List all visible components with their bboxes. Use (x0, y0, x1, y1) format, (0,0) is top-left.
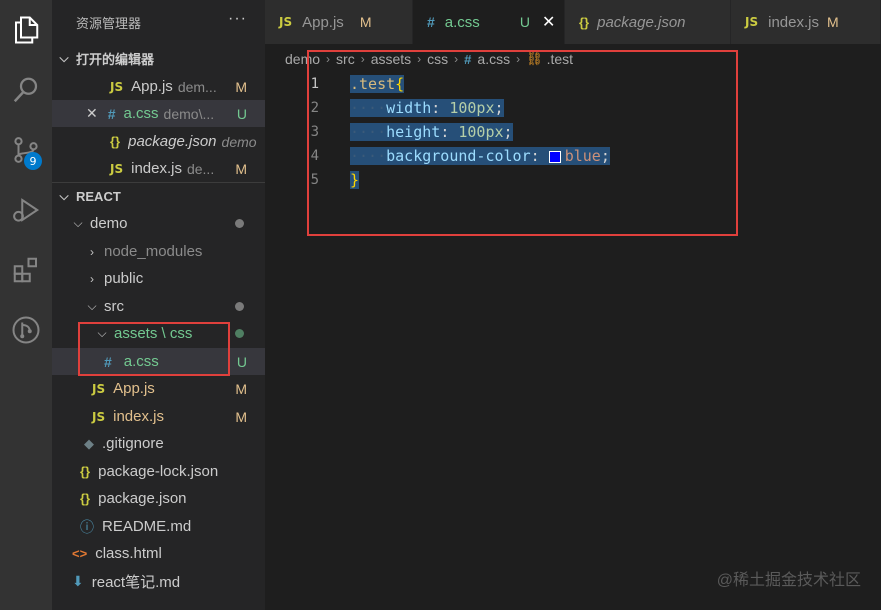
git-status-badge: M (235, 408, 247, 425)
tree-file-readme[interactable]: ⓘ README.md (52, 513, 265, 540)
git-graph-icon[interactable] (6, 310, 46, 350)
chevron-right-icon: › (90, 244, 94, 259)
highlight-box-sidebar (78, 322, 230, 376)
tree-item-label: README.md (102, 518, 192, 535)
git-status-badge: U (236, 353, 247, 370)
open-editor-item-active[interactable]: ✕ # a.css demo\... U (52, 100, 265, 127)
tree-item-label: index.js (113, 408, 164, 425)
open-editor-name: package.json (128, 133, 217, 150)
tab-package-json[interactable]: {} package.json (565, 0, 731, 44)
tree-item-label: class.html (95, 545, 162, 562)
untracked-dot (235, 329, 244, 338)
tab-label: package.json (597, 13, 686, 31)
explorer-sidebar: 资源管理器 ··· ⌵ 打开的编辑器 JS App.js dem... M ✕ … (52, 0, 265, 610)
tree-file-app-js[interactable]: JS App.js M (52, 375, 265, 402)
project-header: REACT (76, 189, 121, 204)
info-icon: ⓘ (80, 518, 94, 535)
js-file-icon: JS (110, 161, 124, 176)
chevron-down-icon: ⌵ (59, 189, 69, 203)
activity-bar: 9 (0, 0, 52, 610)
explorer-icon[interactable] (6, 10, 46, 50)
tree-file-class-html[interactable]: <> class.html (52, 540, 265, 567)
tree-item-label: package-lock.json (98, 463, 219, 480)
tree-item-label: public (104, 270, 144, 287)
tab-label: App.js (302, 13, 344, 31)
tree-item-label: demo (90, 215, 128, 232)
close-icon[interactable]: ✕ (542, 12, 555, 32)
open-editor-path: demo\... (163, 105, 215, 122)
chevron-down-icon: ⌵ (73, 216, 83, 230)
open-editor-path: dem... (177, 78, 217, 95)
tree-file-package-json[interactable]: {} package.json (52, 485, 265, 512)
open-editors-header: 打开的编辑器 (76, 52, 155, 67)
tree-file-index-js[interactable]: JS index.js M (52, 403, 265, 430)
tree-file-gitignore[interactable]: ◆ .gitignore (52, 430, 265, 457)
git-status-badge: U (236, 105, 247, 122)
css-file-icon: # (107, 105, 116, 122)
watermark: @稀土掘金技术社区 (716, 572, 861, 589)
tree-item-label: .gitignore (102, 435, 164, 452)
tree-folder-public[interactable]: › public (52, 265, 265, 292)
modified-dot (235, 219, 244, 228)
js-file-icon: JS (279, 15, 293, 29)
explorer-title: 资源管理器 (76, 15, 142, 31)
open-editor-name: index.js (131, 160, 182, 177)
tree-item-label: node_modules (104, 243, 203, 260)
git-status-badge: M (359, 14, 372, 30)
run-debug-icon[interactable] (6, 190, 46, 230)
tree-item-label: package.json (98, 490, 187, 507)
tree-file-react-notes[interactable]: ⬇ react笔记.md (52, 568, 265, 595)
open-editor-item[interactable]: JS index.js de... M (52, 155, 265, 182)
json-file-icon: {} (80, 491, 91, 506)
json-file-icon: {} (110, 134, 121, 149)
source-control-badge: 9 (24, 152, 42, 170)
css-file-icon: # (427, 14, 435, 30)
tree-item-label: src (104, 298, 124, 315)
git-status-badge: M (235, 160, 247, 177)
tab-index-js[interactable]: JS index.js M (731, 0, 881, 44)
open-editor-item[interactable]: {} package.json demo (52, 128, 265, 155)
tab-app-js[interactable]: JS App.js M (265, 0, 413, 44)
more-actions-icon[interactable]: ··· (228, 10, 247, 28)
js-file-icon: JS (110, 79, 124, 94)
project-section[interactable]: ⌵ REACT (52, 183, 265, 210)
tab-label: index.js (768, 13, 819, 31)
chevron-right-icon: › (90, 271, 94, 286)
markdown-file-icon: ⬇ (72, 573, 84, 589)
explorer-header: 资源管理器 ··· (52, 0, 265, 44)
json-file-icon: {} (579, 14, 590, 30)
search-icon[interactable] (6, 70, 46, 110)
close-icon[interactable]: ✕ (86, 105, 98, 122)
git-status-badge: M (235, 380, 247, 397)
tree-folder-src[interactable]: ⌵ src (52, 293, 265, 320)
highlight-box-editor (307, 50, 738, 236)
js-file-icon: JS (745, 15, 759, 29)
chevron-down-icon: ⌵ (59, 51, 69, 65)
tab-label: a.css (444, 13, 480, 31)
json-file-icon: {} (80, 464, 91, 479)
js-file-icon: JS (92, 381, 106, 396)
tree-file-package-lock[interactable]: {} package-lock.json (52, 458, 265, 485)
extensions-icon[interactable] (6, 250, 46, 290)
git-status-badge: M (235, 78, 247, 95)
git-file-icon: ◆ (84, 435, 94, 451)
tree-item-label: App.js (113, 380, 155, 397)
open-editor-name: App.js (131, 78, 173, 95)
open-editor-path: demo (221, 133, 257, 150)
html-file-icon: <> (72, 546, 88, 561)
open-editor-item[interactable]: JS App.js dem... M (52, 73, 265, 100)
editor-tabs: JS App.js M # a.css U ✕ {} package.json … (265, 0, 881, 44)
tree-folder-node-modules[interactable]: › node_modules (52, 238, 265, 265)
open-editor-name: a.css (123, 105, 159, 122)
tab-a-css[interactable]: # a.css U ✕ (413, 0, 565, 44)
open-editors-section[interactable]: ⌵ 打开的编辑器 (52, 45, 265, 72)
git-status-badge: U (519, 14, 530, 30)
git-status-badge: M (826, 14, 839, 30)
tree-folder-demo[interactable]: ⌵ demo (52, 210, 265, 237)
chevron-down-icon: ⌵ (87, 299, 97, 313)
modified-dot (235, 302, 244, 311)
tree-item-label: react笔记.md (91, 574, 181, 591)
open-editor-path: de... (186, 160, 215, 177)
js-file-icon: JS (92, 409, 106, 424)
